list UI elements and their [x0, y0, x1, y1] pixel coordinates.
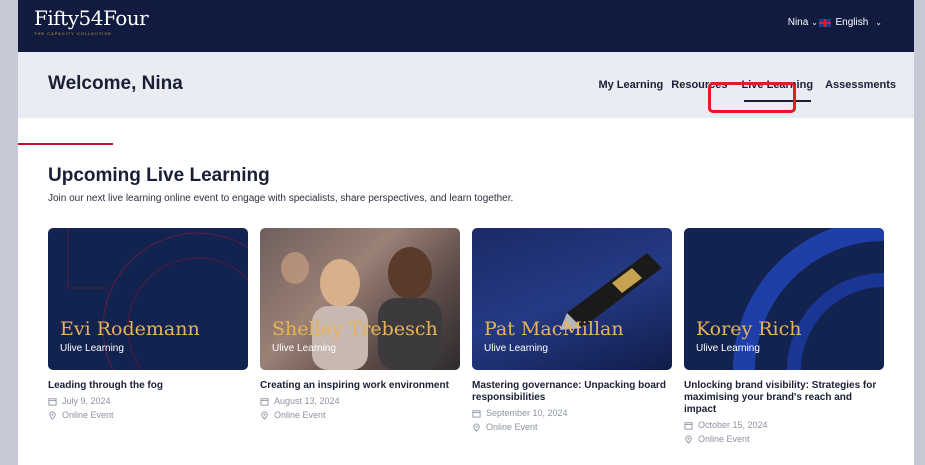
- location-text: Online Event: [698, 434, 750, 444]
- nav-resources[interactable]: Resources: [667, 76, 731, 94]
- brand-label: Ulive Learning: [484, 343, 548, 354]
- date-text: October 15, 2024: [698, 420, 768, 430]
- event-card[interactable]: Korey Rich Ulive Learning Unlocking bran…: [684, 228, 884, 444]
- location-text: Online Event: [274, 410, 326, 420]
- brand-label: Ulive Learning: [272, 343, 336, 354]
- location-pin-icon: [49, 411, 56, 420]
- user-name: Nina: [787, 17, 809, 28]
- event-title[interactable]: Leading through the fog: [48, 380, 248, 392]
- chevron-down-icon: ⌄: [875, 18, 882, 27]
- main-nav: My Learning Resources Live Learning Asse…: [594, 76, 900, 102]
- event-date: July 9, 2024: [48, 396, 248, 406]
- date-text: July 9, 2024: [62, 396, 111, 406]
- event-date: September 10, 2024: [472, 408, 672, 418]
- location-pin-icon: [685, 435, 692, 444]
- event-location: Online Event: [472, 422, 672, 432]
- calendar-icon: [260, 397, 269, 406]
- event-location: Online Event: [260, 410, 460, 420]
- event-thumbnail[interactable]: Pat MacMillan Ulive Learning: [472, 228, 672, 370]
- location-pin-icon: [473, 423, 480, 432]
- event-location: Online Event: [48, 410, 248, 420]
- speaker-name: Shelley Trebesch: [272, 318, 438, 340]
- calendar-icon: [684, 421, 693, 430]
- logo-tagline: THE CAPACITY COLLECTIVE: [34, 31, 112, 36]
- event-title[interactable]: Mastering governance: Unpacking board re…: [472, 380, 672, 404]
- date-text: August 13, 2024: [274, 396, 340, 406]
- nav-my-learning[interactable]: My Learning: [594, 76, 667, 94]
- accent-divider: [18, 143, 113, 145]
- sub-header: Welcome, Nina My Learning Resources Live…: [18, 52, 914, 118]
- event-location: Online Event: [684, 434, 884, 444]
- section-subtitle: Join our next live learning online event…: [48, 193, 514, 204]
- calendar-icon: [472, 409, 481, 418]
- event-card[interactable]: Evi Rodemann Ulive Learning Leading thro…: [48, 228, 248, 444]
- event-cards: Evi Rodemann Ulive Learning Leading thro…: [48, 228, 884, 444]
- location-text: Online Event: [62, 410, 114, 420]
- page-title: Welcome, Nina: [48, 73, 183, 94]
- app-frame: Fifty54Four THE CAPACITY COLLECTIVE Nina…: [18, 0, 914, 465]
- logo-wordmark: Fifty54Four: [34, 6, 149, 30]
- event-date: August 13, 2024: [260, 396, 460, 406]
- speaker-name: Korey Rich: [696, 318, 802, 340]
- date-text: September 10, 2024: [486, 408, 568, 418]
- section-title: Upcoming Live Learning: [48, 165, 270, 186]
- event-card[interactable]: Pat MacMillan Ulive Learning Mastering g…: [472, 228, 672, 444]
- logo[interactable]: Fifty54Four THE CAPACITY COLLECTIVE: [34, 6, 149, 36]
- brand-label: Ulive Learning: [696, 343, 760, 354]
- language-selector[interactable]: English ⌄: [819, 17, 882, 28]
- speaker-name: Pat MacMillan: [484, 318, 624, 340]
- top-bar: Fifty54Four THE CAPACITY COLLECTIVE Nina…: [18, 0, 914, 52]
- brand-label: Ulive Learning: [60, 343, 124, 354]
- language-label: English: [835, 17, 869, 28]
- calendar-icon: [48, 397, 57, 406]
- event-title[interactable]: Unlocking brand visibility: Strategies f…: [684, 380, 884, 416]
- event-thumbnail[interactable]: Evi Rodemann Ulive Learning: [48, 228, 248, 370]
- location-text: Online Event: [486, 422, 538, 432]
- event-thumbnail[interactable]: Korey Rich Ulive Learning: [684, 228, 884, 370]
- chevron-down-icon: ⌄: [811, 18, 818, 27]
- event-card[interactable]: Shelley Trebesch Ulive Learning Creating…: [260, 228, 460, 444]
- user-menu[interactable]: Nina ⌄: [788, 17, 818, 28]
- event-date: October 15, 2024: [684, 420, 884, 430]
- event-thumbnail[interactable]: Shelley Trebesch Ulive Learning: [260, 228, 460, 370]
- nav-live-learning[interactable]: Live Learning: [738, 76, 818, 102]
- location-pin-icon: [261, 411, 268, 420]
- event-title[interactable]: Creating an inspiring work environment: [260, 380, 460, 392]
- uk-flag-icon: [819, 18, 832, 27]
- speaker-name: Evi Rodemann: [60, 318, 200, 340]
- nav-assessments[interactable]: Assessments: [821, 76, 900, 94]
